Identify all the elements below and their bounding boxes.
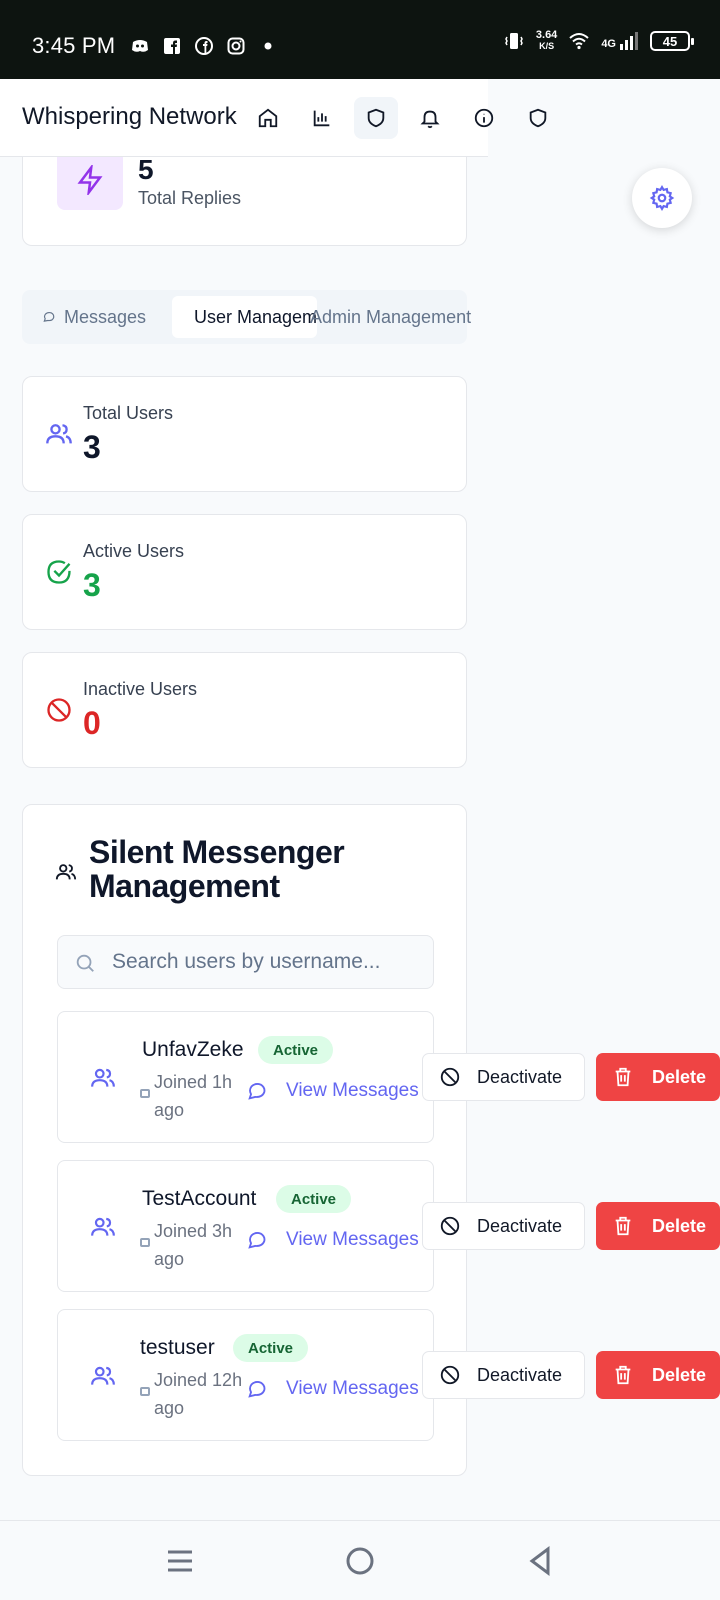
inactive-users-card: Inactive Users 0: [22, 652, 467, 768]
trash-icon: [615, 1365, 631, 1385]
joined-time: Joined 12h ago: [154, 1370, 243, 1418]
vibrate-icon: [505, 33, 523, 49]
settings-button[interactable]: [632, 168, 692, 228]
facebook-icon: [164, 38, 180, 54]
user-row: UnfavZeke Active Joined 1h ago View Mess…: [57, 1011, 434, 1143]
trash-icon: [615, 1216, 631, 1236]
stat-label: Inactive Users: [83, 679, 198, 699]
info-icon[interactable]: [462, 97, 506, 139]
calendar-icon: [140, 1238, 150, 1247]
gear-icon: [649, 185, 675, 211]
tab-user-management[interactable]: User Management: [172, 296, 317, 338]
bell-icon[interactable]: [408, 97, 452, 139]
users-icon: [46, 424, 72, 444]
tab-bar: Messages User Management Admin Managemen…: [22, 290, 471, 344]
cell-signal: 4G: [601, 32, 638, 50]
message-icon: [248, 1232, 266, 1249]
status-badge: Active: [276, 1185, 352, 1213]
shield-icon[interactable]: [354, 97, 398, 139]
bar-chart-icon[interactable]: [300, 97, 344, 139]
active-users-card: Active Users 3: [22, 514, 467, 630]
search-box: [57, 935, 434, 989]
notification-icons: [130, 36, 278, 56]
joined-time: Joined 1h ago: [154, 1072, 233, 1120]
stat-label: Active Users: [83, 541, 185, 561]
view-messages-link[interactable]: View Messages: [246, 1378, 419, 1400]
ban-icon: [440, 1067, 460, 1087]
home-circle-icon[interactable]: [342, 1543, 378, 1579]
header-nav: [246, 97, 560, 139]
stat-label: Total Users: [83, 403, 174, 423]
users-icon: [55, 864, 77, 880]
facebook-circle-icon: [195, 37, 213, 55]
user-row: testuser Active Joined 12h ago View Mess…: [57, 1309, 434, 1441]
search-input[interactable]: [112, 948, 422, 976]
trash-icon: [615, 1067, 631, 1087]
status-time: 3:45 PM: [32, 33, 116, 58]
delete-button[interactable]: Delete: [596, 1053, 720, 1101]
ban-icon: [440, 1365, 460, 1385]
app-title: Whispering Network: [22, 103, 237, 130]
dot-icon: [264, 42, 272, 50]
calendar-icon: [140, 1089, 150, 1098]
joined-time: Joined 3h ago: [154, 1221, 233, 1269]
username: UnfavZeke: [142, 1038, 244, 1061]
users-icon: [91, 1366, 115, 1385]
users-icon: [91, 1217, 115, 1236]
ban-icon: [47, 698, 71, 722]
check-circle-icon: [47, 560, 71, 584]
wifi-icon: [569, 33, 589, 50]
lightning-icon: [57, 150, 123, 210]
deactivate-button[interactable]: Deactivate: [422, 1202, 585, 1250]
net-speed: 3.64 K/S: [535, 29, 558, 52]
total-users-card: Total Users 3: [22, 376, 467, 492]
back-icon[interactable]: [522, 1543, 558, 1579]
delete-button[interactable]: Delete: [596, 1351, 720, 1399]
delete-button[interactable]: Delete: [596, 1202, 720, 1250]
total-replies-value: 5: [138, 154, 154, 185]
home-icon[interactable]: [246, 97, 290, 139]
system-nav-bar: [0, 1520, 720, 1600]
user-row: TestAccount Active Joined 3h ago View Me…: [57, 1160, 434, 1292]
search-icon: [76, 954, 94, 972]
instagram-icon: [227, 37, 245, 55]
message-icon: [248, 1083, 266, 1100]
menu-icon[interactable]: [162, 1543, 198, 1579]
discord-icon: [132, 40, 148, 52]
username: testuser: [140, 1336, 215, 1359]
users-icon: [91, 1068, 115, 1087]
tab-admin-management[interactable]: Admin Management: [310, 296, 471, 338]
deactivate-button[interactable]: Deactivate: [422, 1053, 585, 1101]
system-icons: 3.64 K/S 4G 45: [504, 29, 694, 52]
total-replies-label: Total Replies: [138, 188, 242, 208]
shield-icon[interactable]: [516, 97, 560, 139]
message-icon: [248, 1381, 266, 1398]
system-status-bar: 3:45 PM 3.64 K/S 4G 45: [0, 0, 720, 79]
app-header: Whispering Network: [0, 79, 547, 157]
messenger-management-card: Silent Messenger Management UnfavZeke Ac…: [22, 804, 467, 1476]
ban-icon: [440, 1216, 460, 1236]
tab-messages[interactable]: Messages: [42, 296, 146, 338]
message-icon: [43, 311, 55, 322]
view-messages-link[interactable]: View Messages: [246, 1080, 419, 1102]
battery-indicator: 45: [650, 31, 694, 51]
stat-value: 3: [83, 429, 101, 465]
status-badge: Active: [233, 1334, 309, 1362]
username: TestAccount: [142, 1187, 257, 1210]
view-messages-link[interactable]: View Messages: [246, 1229, 419, 1251]
section-title: Silent Messenger Management: [89, 834, 345, 904]
deactivate-button[interactable]: Deactivate: [422, 1351, 585, 1399]
status-badge: Active: [258, 1036, 334, 1064]
stat-value: 0: [83, 705, 101, 741]
stat-value: 3: [83, 567, 101, 603]
calendar-icon: [140, 1387, 150, 1396]
